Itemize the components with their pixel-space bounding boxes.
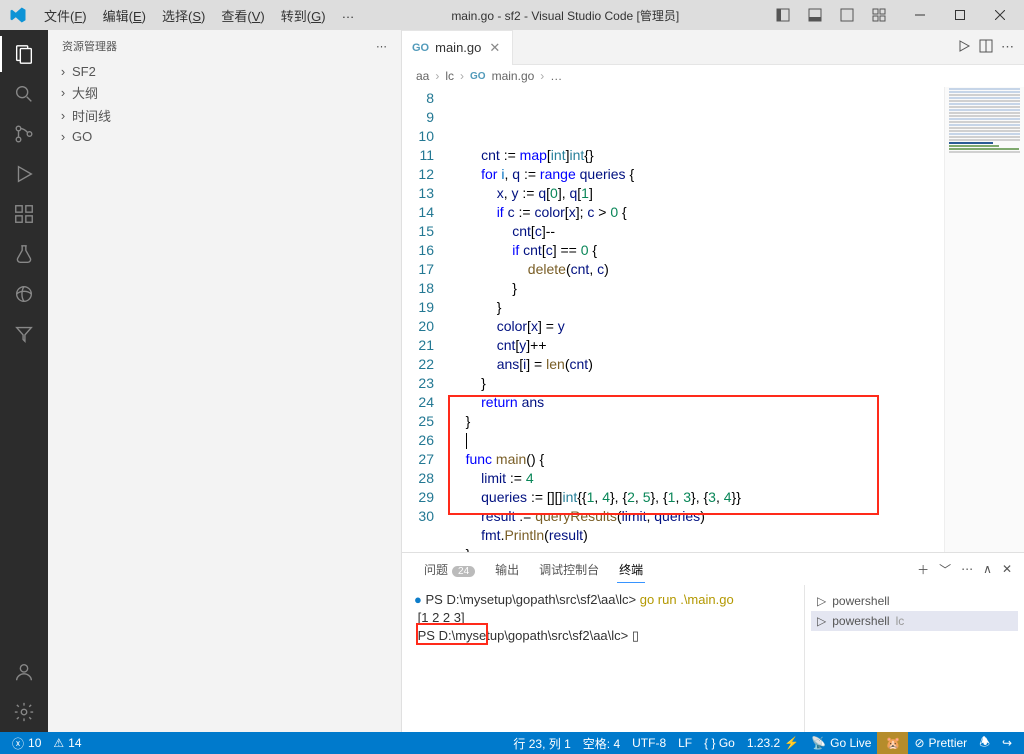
run-debug-icon[interactable] [0, 154, 48, 194]
status-encoding[interactable]: UTF-8 [626, 732, 672, 754]
tab-terminal[interactable]: 终端 [609, 557, 653, 582]
maximize-button[interactable] [940, 0, 980, 30]
minimap[interactable] [944, 87, 1024, 552]
minimize-button[interactable] [900, 0, 940, 30]
chevron-right-icon: › [56, 65, 70, 79]
terminal-entry[interactable]: ▷powershell [811, 591, 1018, 611]
status-prettier[interactable]: ⊘ Prettier [908, 732, 973, 754]
sidebar-more-icon[interactable]: ⋯ [376, 40, 387, 53]
terminal-icon: ▷ [817, 614, 826, 628]
explorer-icon[interactable] [0, 34, 48, 74]
testing-icon[interactable] [0, 234, 48, 274]
editor-more-icon[interactable]: ⋯ [1001, 39, 1014, 55]
chevron-right-icon: › [56, 109, 70, 123]
sidebar-title: 资源管理器 [62, 38, 376, 54]
window-title: main.go - sf2 - Visual Studio Code [管理员] [363, 7, 768, 24]
tab-problems[interactable]: 问题24 [414, 557, 485, 582]
go-file-icon: GO [470, 71, 486, 82]
run-icon[interactable] [957, 39, 971, 56]
status-language[interactable]: { } Go [698, 732, 741, 754]
split-editor-icon[interactable] [979, 39, 993, 56]
status-errors[interactable]: ⓧ 10 [6, 735, 47, 752]
status-spaces[interactable]: 空格: 4 [577, 732, 626, 754]
close-button[interactable] [980, 0, 1020, 30]
explorer-sidebar: 资源管理器 ⋯ ›SF2›大纲›时间线›GO [48, 30, 402, 732]
layout-primary-icon[interactable] [768, 1, 798, 29]
tab-main-go[interactable]: GO main.go ✕ [402, 30, 513, 65]
menu-item[interactable]: 编辑(E) [95, 2, 154, 29]
tab-output[interactable]: 输出 [485, 557, 529, 582]
breadcrumb[interactable]: aa› lc› GO main.go› … [402, 65, 1024, 87]
status-notifications-icon[interactable]: 🕭 [973, 732, 996, 754]
extensions-icon[interactable] [0, 194, 48, 234]
cloud-icon[interactable] [0, 274, 48, 314]
sidebar-section[interactable]: ›GO [48, 127, 401, 146]
source-control-icon[interactable] [0, 114, 48, 154]
menu-item[interactable]: 查看(V) [213, 2, 272, 29]
titlebar: 文件(F)编辑(E)选择(S)查看(V)转到(G)… main.go - sf2… [0, 0, 1024, 30]
chevron-right-icon: › [56, 130, 70, 144]
sidebar-section[interactable]: ›大纲 [48, 81, 401, 104]
menu-item[interactable]: 文件(F) [36, 2, 95, 29]
titlebar-right [768, 0, 1020, 30]
menu-bar: 文件(F)编辑(E)选择(S)查看(V)转到(G)… [36, 2, 363, 29]
sidebar-section[interactable]: ›SF2 [48, 62, 401, 81]
bottom-panel: 问题24 输出 调试控制台 终端 ＋ ﹀ ⋯ ∧ ✕ ● PS D:\myset… [402, 552, 1024, 732]
layout-custom-icon[interactable] [864, 1, 894, 29]
new-terminal-icon[interactable]: ＋ [917, 561, 929, 578]
status-bar: ⓧ 10 ⚠ 14 行 23, 列 1 空格: 4 UTF-8 LF { } G… [0, 732, 1024, 754]
panel-more-icon[interactable]: ⋯ [961, 562, 973, 576]
menu-item[interactable]: … [334, 2, 363, 29]
editor-area: GO main.go ✕ ⋯ aa› lc› GO main.go› … 891… [402, 30, 1024, 732]
gear-icon[interactable] [0, 692, 48, 732]
menu-item[interactable]: 选择(S) [154, 2, 213, 29]
code-editor[interactable]: 8910111213141516171819202122232425262728… [402, 87, 1024, 552]
menu-item[interactable]: 转到(G) [273, 2, 334, 29]
search-icon[interactable] [0, 74, 48, 114]
layout-bottom-icon[interactable] [800, 1, 830, 29]
close-panel-icon[interactable]: ✕ [1002, 562, 1012, 576]
chevron-right-icon: › [56, 86, 70, 100]
status-cursor-pos[interactable]: 行 23, 列 1 [507, 732, 576, 754]
terminal[interactable]: ● PS D:\mysetup\gopath\src\sf2\aa\lc> go… [402, 585, 804, 732]
terminal-dropdown-icon[interactable]: ﹀ [939, 561, 951, 578]
account-icon[interactable] [0, 652, 48, 692]
sidebar-section[interactable]: ›时间线 [48, 104, 401, 127]
vscode-logo-icon [4, 1, 32, 29]
status-gopher-icon[interactable]: 🐹 [877, 732, 908, 754]
status-go-version[interactable]: 1.23.2 ⚡ [741, 732, 805, 754]
filter-icon[interactable] [0, 314, 48, 354]
tab-debug-console[interactable]: 调试控制台 [529, 557, 609, 582]
activity-bar [0, 30, 48, 732]
status-eol[interactable]: LF [672, 732, 698, 754]
layout-right-icon[interactable] [832, 1, 862, 29]
terminal-list: ▷powershell ▷powershell lc [804, 585, 1024, 732]
tab-bar: GO main.go ✕ ⋯ [402, 30, 1024, 65]
maximize-panel-icon[interactable]: ∧ [983, 562, 992, 576]
status-go-live[interactable]: 📡 Go Live [805, 732, 877, 754]
tab-close-icon[interactable]: ✕ [487, 40, 502, 56]
tab-label: main.go [435, 40, 481, 55]
status-warnings[interactable]: ⚠ 14 [47, 736, 87, 750]
terminal-icon: ▷ [817, 594, 826, 608]
go-file-icon: GO [412, 42, 429, 54]
status-feedback-icon[interactable]: ↪ [996, 732, 1018, 754]
terminal-entry[interactable]: ▷powershell lc [811, 611, 1018, 631]
